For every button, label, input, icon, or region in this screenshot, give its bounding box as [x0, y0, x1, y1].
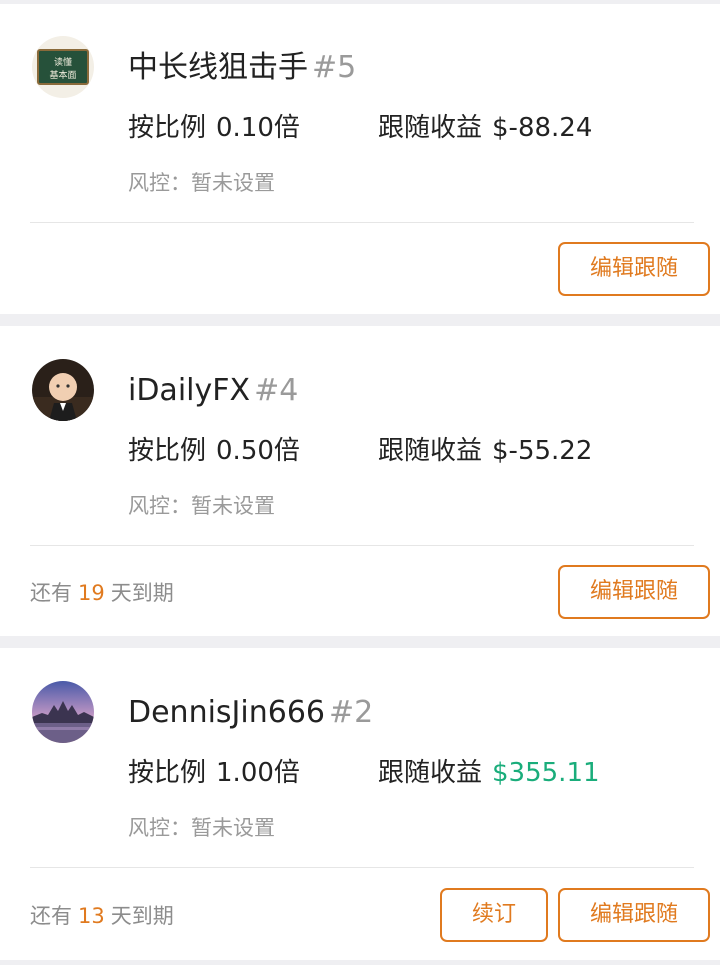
avatar[interactable]	[32, 359, 94, 421]
follower-card: DennisJin666 #2 按比例 1.00倍 跟随收益 $355.11 风控：暂…	[0, 648, 720, 960]
follower-card: iDailyFX #4 按比例 0.50倍 跟随收益 $-55.22 风控：暂未设置 …	[0, 326, 720, 636]
divider	[30, 545, 694, 546]
expiry-prefix: 还有	[30, 581, 72, 605]
follower-card: 读懂 基本面 中长线狙击手 #5 按比例 0.10倍 跟随收益 $-88.24 风控：…	[0, 4, 720, 314]
ratio-label: 按比例	[128, 113, 207, 143]
avatar-text-2: 基本面	[49, 69, 76, 81]
trader-name-line: iDailyFX #4	[128, 371, 298, 411]
profit-label: 跟随收益	[378, 436, 483, 466]
profit-stat: 跟随收益 $-88.24	[378, 111, 592, 145]
expiry-info: 还有 13 天到期	[30, 901, 174, 931]
profit-value: $-55.22	[492, 436, 593, 466]
expiry-suffix: 天到期	[110, 904, 174, 928]
edit-follow-button[interactable]: 编辑跟随	[558, 565, 710, 619]
risk-control-text: 风控：暂未设置	[128, 171, 275, 195]
renew-button[interactable]: 续订	[440, 888, 548, 942]
avatar-text-1: 读懂	[54, 56, 72, 68]
expiry-info: 还有 19 天到期	[30, 578, 174, 608]
ratio-value: 1.00倍	[216, 758, 300, 788]
divider	[30, 222, 694, 223]
risk-control-text: 风控：暂未设置	[128, 816, 275, 840]
trader-rank: #2	[329, 695, 374, 730]
trader-name[interactable]: iDailyFX	[128, 373, 250, 408]
profit-value: $-88.24	[492, 113, 593, 143]
profit-value: $355.11	[492, 758, 600, 788]
profit-label: 跟随收益	[378, 758, 483, 788]
avatar[interactable]	[32, 681, 94, 743]
chalkboard-icon: 读懂 基本面	[32, 36, 94, 98]
ratio-stat: 按比例 0.50倍	[128, 434, 300, 468]
trader-name-line: DennisJin666 #2	[128, 693, 373, 733]
trader-name[interactable]: 中长线狙击手	[128, 50, 308, 85]
trader-name-line: 中长线狙击手 #5	[128, 48, 356, 88]
profit-label: 跟随收益	[378, 113, 483, 143]
landscape-icon	[32, 681, 94, 743]
expiry-suffix: 天到期	[110, 581, 174, 605]
ratio-label: 按比例	[128, 758, 207, 788]
ratio-stat: 按比例 1.00倍	[128, 756, 300, 790]
edit-follow-button[interactable]: 编辑跟随	[558, 888, 710, 942]
expiry-prefix: 还有	[30, 904, 72, 928]
trader-rank: #5	[312, 50, 357, 85]
expiry-days: 13	[78, 904, 105, 928]
trader-name[interactable]: DennisJin666	[128, 695, 325, 730]
profit-stat: 跟随收益 $355.11	[378, 756, 600, 790]
expiry-days: 19	[78, 581, 105, 605]
profit-stat: 跟随收益 $-55.22	[378, 434, 592, 468]
ratio-value: 0.10倍	[216, 113, 300, 143]
avatar[interactable]: 读懂 基本面	[32, 36, 94, 98]
trader-rank: #4	[254, 373, 299, 408]
risk-control-text: 风控：暂未设置	[128, 494, 275, 518]
divider	[30, 867, 694, 868]
baby-boss-icon	[32, 359, 94, 421]
ratio-value: 0.50倍	[216, 436, 300, 466]
ratio-label: 按比例	[128, 436, 207, 466]
ratio-stat: 按比例 0.10倍	[128, 111, 300, 145]
edit-follow-button[interactable]: 编辑跟随	[558, 242, 710, 296]
